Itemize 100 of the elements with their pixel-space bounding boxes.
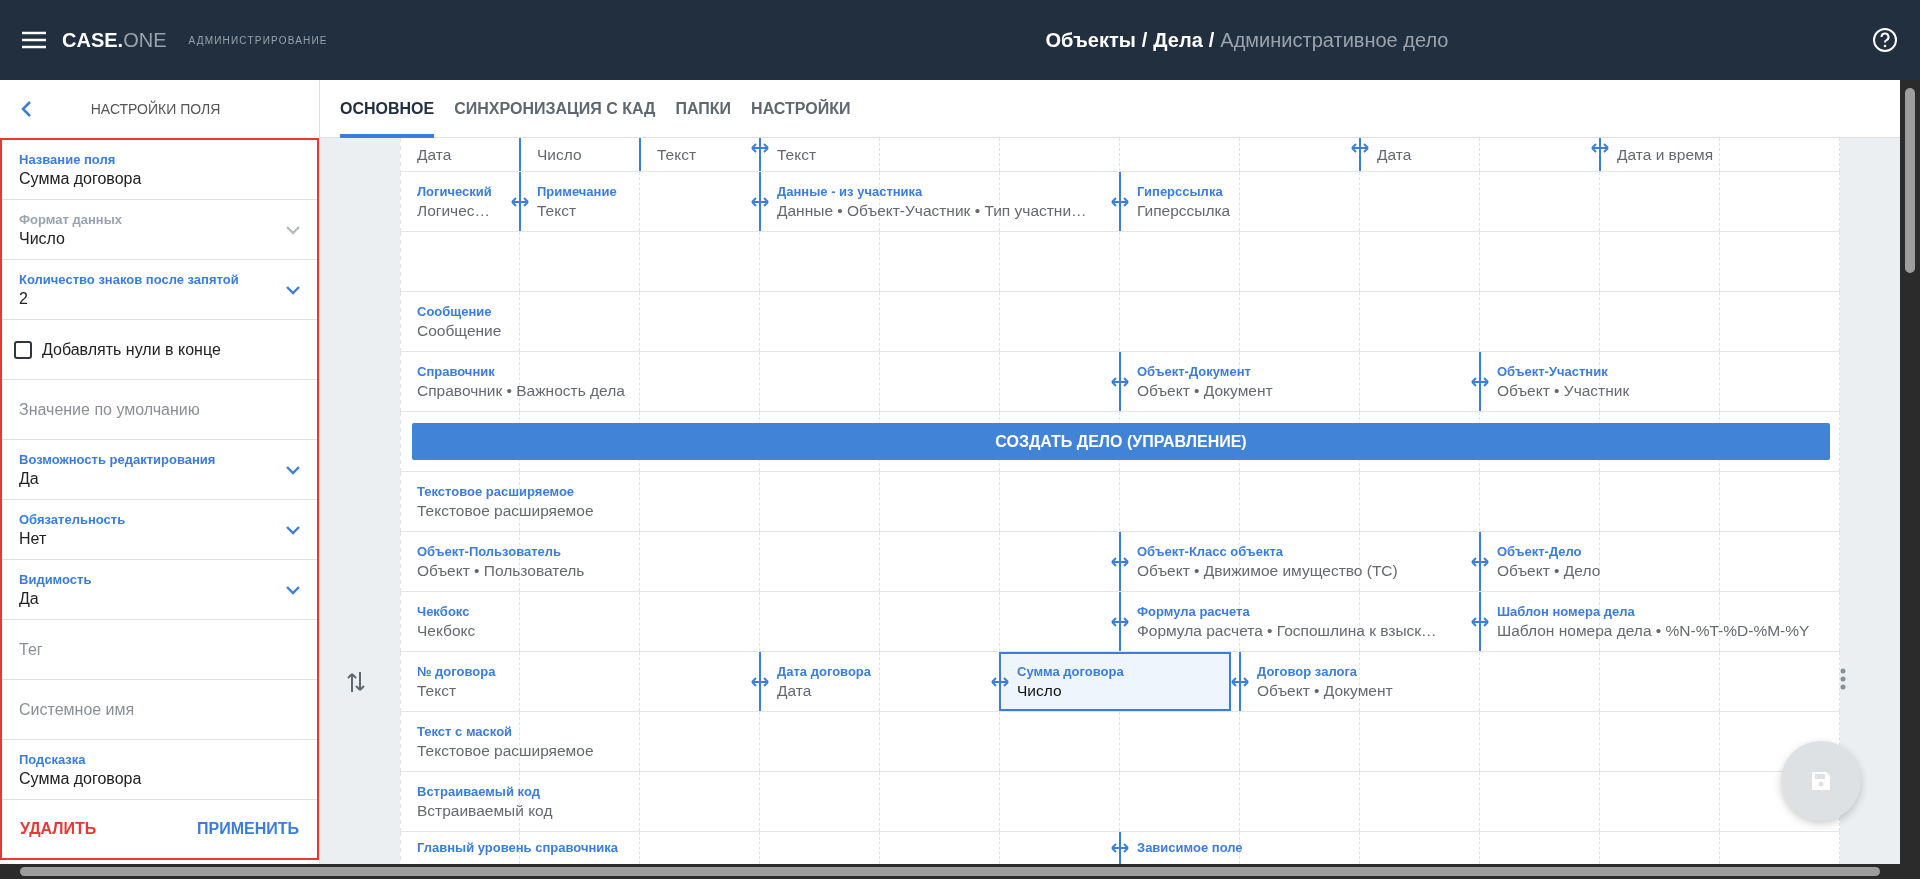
form-field-tile[interactable]: Объект-Пользователь Объект • Пользователь [400, 532, 1111, 591]
field-label: Встраиваемый код [417, 783, 541, 799]
menu-icon[interactable] [22, 31, 46, 49]
resize-handle-icon[interactable] [991, 676, 1009, 687]
field-type: Дата [417, 145, 453, 164]
form-field-tile[interactable]: № договора Текст [400, 652, 751, 711]
more-options-icon[interactable] [1840, 668, 1846, 690]
field-label: Объект-Дело [1497, 543, 1583, 559]
chevron-down-icon [285, 584, 301, 595]
field-label: Данные - из участника [777, 183, 924, 199]
field-label: Шаблон номера дела [1497, 603, 1636, 619]
form-field-tile[interactable]: Справочник Справочник • Важность дела [400, 352, 1111, 411]
tab[interactable]: НАСТРОЙКИ [751, 80, 851, 138]
field-placeholder: Системное имя [19, 700, 136, 719]
breadcrumb-item[interactable]: Дела [1153, 28, 1203, 52]
select-field[interactable]: Обязательность Нет [2, 500, 317, 560]
resize-handle-icon[interactable] [1471, 376, 1489, 387]
resize-handle-icon[interactable] [751, 143, 769, 153]
field-type: Дата и время [1617, 145, 1715, 164]
resize-handle-icon[interactable] [1231, 676, 1249, 687]
breadcrumb-separator: / [1141, 28, 1148, 52]
field-type: Чекбокс [417, 621, 477, 640]
field-label: Договор залога [1257, 663, 1359, 679]
vertical-scrollbar[interactable] [1900, 80, 1920, 864]
field-type: Дата [1377, 145, 1413, 164]
text-field[interactable]: Название поля Сумма договора [2, 140, 317, 200]
resize-handle-icon[interactable] [1471, 556, 1489, 567]
field-type: Число [537, 145, 583, 164]
resize-handle-icon[interactable] [751, 676, 769, 687]
field-label: Объект-Класс объекта [1137, 543, 1284, 559]
field-type: Встраиваемый код [417, 801, 554, 820]
breadcrumb-item[interactable]: Объекты [1045, 28, 1136, 52]
help-icon[interactable] [1872, 27, 1898, 53]
tab[interactable]: СИНХРОНИЗАЦИЯ С КАД [454, 80, 656, 138]
form-field-tile[interactable]: Сумма договора Число [991, 652, 1231, 711]
field-label: Подсказка [19, 751, 87, 767]
resize-handle-icon[interactable] [1591, 143, 1609, 153]
form-field-tile[interactable]: Логический Логичес… [400, 172, 511, 231]
field-type: Текст [417, 681, 458, 700]
resize-handle-icon[interactable] [1111, 843, 1129, 853]
field-value: Да [19, 589, 40, 608]
resize-handle-icon[interactable] [1351, 143, 1369, 153]
field-label: Текст с маской [417, 723, 514, 739]
checkbox[interactable] [14, 340, 32, 359]
resize-handle-icon[interactable] [511, 196, 529, 207]
resize-handle-icon[interactable] [751, 196, 769, 207]
form-field-tile[interactable]: Встраиваемый код Встраиваемый код [400, 772, 1840, 831]
field-label: Объект-Документ [1137, 363, 1252, 379]
select-field[interactable]: Видимость Да [2, 560, 317, 620]
swap-vertical-icon[interactable] [346, 670, 366, 694]
horizontal-scrollbar[interactable] [0, 864, 1920, 879]
resize-handle-icon[interactable] [1111, 196, 1129, 207]
form-field-tile[interactable]: Текст с маской Текстовое расширяемое [400, 712, 1840, 771]
field-label: Количество знаков после запятой [19, 271, 240, 287]
field-type: Текстовое расширяемое [417, 741, 595, 760]
field-label: Возможность редактирования [19, 451, 217, 467]
select-field[interactable]: Возможность редактирования Да [2, 440, 317, 500]
form-field-tile[interactable]: Сообщение Сообщение [400, 292, 1840, 351]
resize-handle-icon[interactable] [1111, 376, 1129, 387]
text-field[interactable]: Тег [2, 620, 317, 680]
field-type: Объект • Документ [1257, 681, 1394, 700]
section-title: АДМИНИСТРИРОВАНИЕ [188, 34, 328, 46]
resize-handle-icon[interactable] [1111, 616, 1129, 627]
field-type: Число [1017, 681, 1063, 700]
field-type: Шаблон номера дела • %N-%T-%D-%M-%Y [1497, 621, 1811, 640]
field-value: Число [19, 229, 66, 248]
text-field[interactable]: Значение по умолчанию [2, 380, 317, 440]
create-case-button[interactable]: СОЗДАТЬ ДЕЛО (УПРАВЛЕНИЕ) [412, 423, 1830, 460]
field-value: Сумма договора [19, 769, 143, 788]
form-field-tile[interactable]: Текстовое расширяемое Текстовое расширяемое [400, 472, 1840, 531]
form-field-tile[interactable]: Чекбокс Чекбокс [400, 592, 1111, 651]
resize-handle-icon[interactable] [1111, 556, 1129, 567]
text-field[interactable]: Подсказка Сумма договора [2, 740, 317, 800]
field-type: Дата [777, 681, 813, 700]
field-type: Текстовое расширяемое [417, 501, 595, 520]
field-label: Сумма договора [1017, 663, 1125, 679]
field-type: Объект • Движимое имущество (ТС) [1137, 561, 1399, 580]
back-icon[interactable] [20, 100, 32, 118]
field-label: Объект-Участник [1497, 363, 1609, 379]
delete-button[interactable]: УДАЛИТЬ [18, 814, 99, 844]
field-type: Формула расчета • Госпошлина к взыск… [1137, 621, 1438, 640]
field-label: Текстовое расширяемое [417, 483, 576, 499]
tab[interactable]: ПАПКИ [675, 80, 732, 138]
field-label: Гиперссылка [1137, 183, 1224, 199]
field-label: Название поля [19, 151, 117, 167]
field-label: Дата договора [777, 663, 872, 679]
text-field[interactable]: Системное имя [2, 680, 317, 740]
form-field-tile[interactable]: Главный уровень справочника [400, 832, 1111, 864]
field-placeholder: Тег [19, 640, 44, 659]
form-field-tile[interactable]: Дата [400, 138, 511, 171]
resize-handle-icon[interactable] [1471, 616, 1489, 627]
field-type: Данные • Объект-Участник • Тип участни… [777, 201, 1088, 220]
panel-title: НАСТРОЙКИ ПОЛЯ [89, 101, 222, 117]
field-label: Объект-Пользователь [417, 543, 563, 559]
field-value: 2 [19, 289, 29, 308]
select-field[interactable]: Количество знаков после запятой 2 [2, 260, 317, 320]
field-placeholder: Значение по умолчанию [19, 400, 201, 419]
field-label: Справочник [417, 363, 496, 379]
apply-button[interactable]: ПРИМЕНИТЬ [195, 814, 301, 844]
field-value: Нет [19, 529, 48, 548]
